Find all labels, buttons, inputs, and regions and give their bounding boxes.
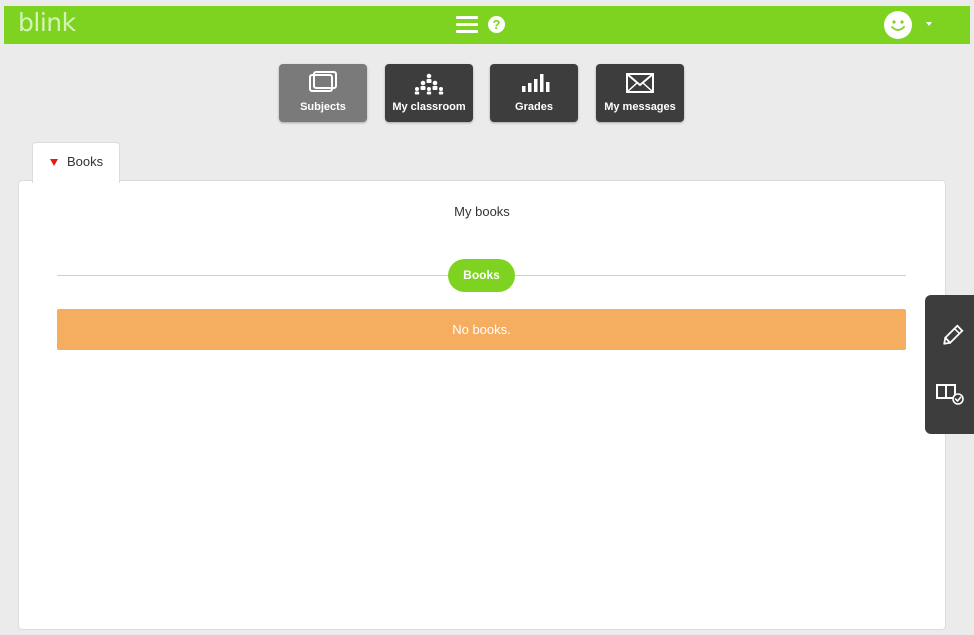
- pencil-button[interactable]: [925, 315, 974, 355]
- tab-label: Books: [67, 154, 104, 169]
- nav-tile-my-classroom[interactable]: My classroom: [385, 64, 473, 122]
- nav-tile-grades[interactable]: Grades: [490, 64, 578, 122]
- tab-collapse-caret-icon[interactable]: [50, 159, 58, 166]
- grades-icon: [522, 74, 550, 92]
- panel-title: My books: [454, 204, 510, 219]
- smiley-face-icon: [885, 12, 911, 38]
- classroom-icon: [414, 73, 444, 95]
- empty-state-banner: No books.: [57, 309, 906, 350]
- books-panel: My books Books No books.: [18, 180, 946, 630]
- nav-tile-label: My classroom: [392, 101, 466, 113]
- side-toolbar: [925, 295, 974, 434]
- nav-tile-subjects[interactable]: Subjects: [279, 64, 367, 122]
- smiley-avatar-icon[interactable]: [884, 11, 912, 39]
- nav-tile-my-messages[interactable]: My messages: [596, 64, 684, 122]
- subjects-icon: [309, 71, 337, 92]
- nav-tile-label: Grades: [515, 101, 553, 113]
- hamburger-icon[interactable]: [456, 16, 478, 34]
- avatar-dropdown-caret-icon[interactable]: [926, 22, 932, 26]
- books-section-pill[interactable]: Books: [448, 259, 515, 292]
- top-bar: blink ?: [4, 6, 970, 44]
- book-check-button[interactable]: [925, 373, 974, 413]
- help-icon[interactable]: ?: [488, 16, 505, 33]
- book-check-icon: [936, 384, 964, 405]
- nav-tile-label: My messages: [604, 101, 676, 113]
- app-logo[interactable]: blink: [18, 8, 76, 37]
- messages-icon: [626, 73, 654, 93]
- tab-books[interactable]: Books: [32, 142, 120, 183]
- pencil-icon: [943, 324, 964, 345]
- nav-tile-label: Subjects: [300, 101, 346, 113]
